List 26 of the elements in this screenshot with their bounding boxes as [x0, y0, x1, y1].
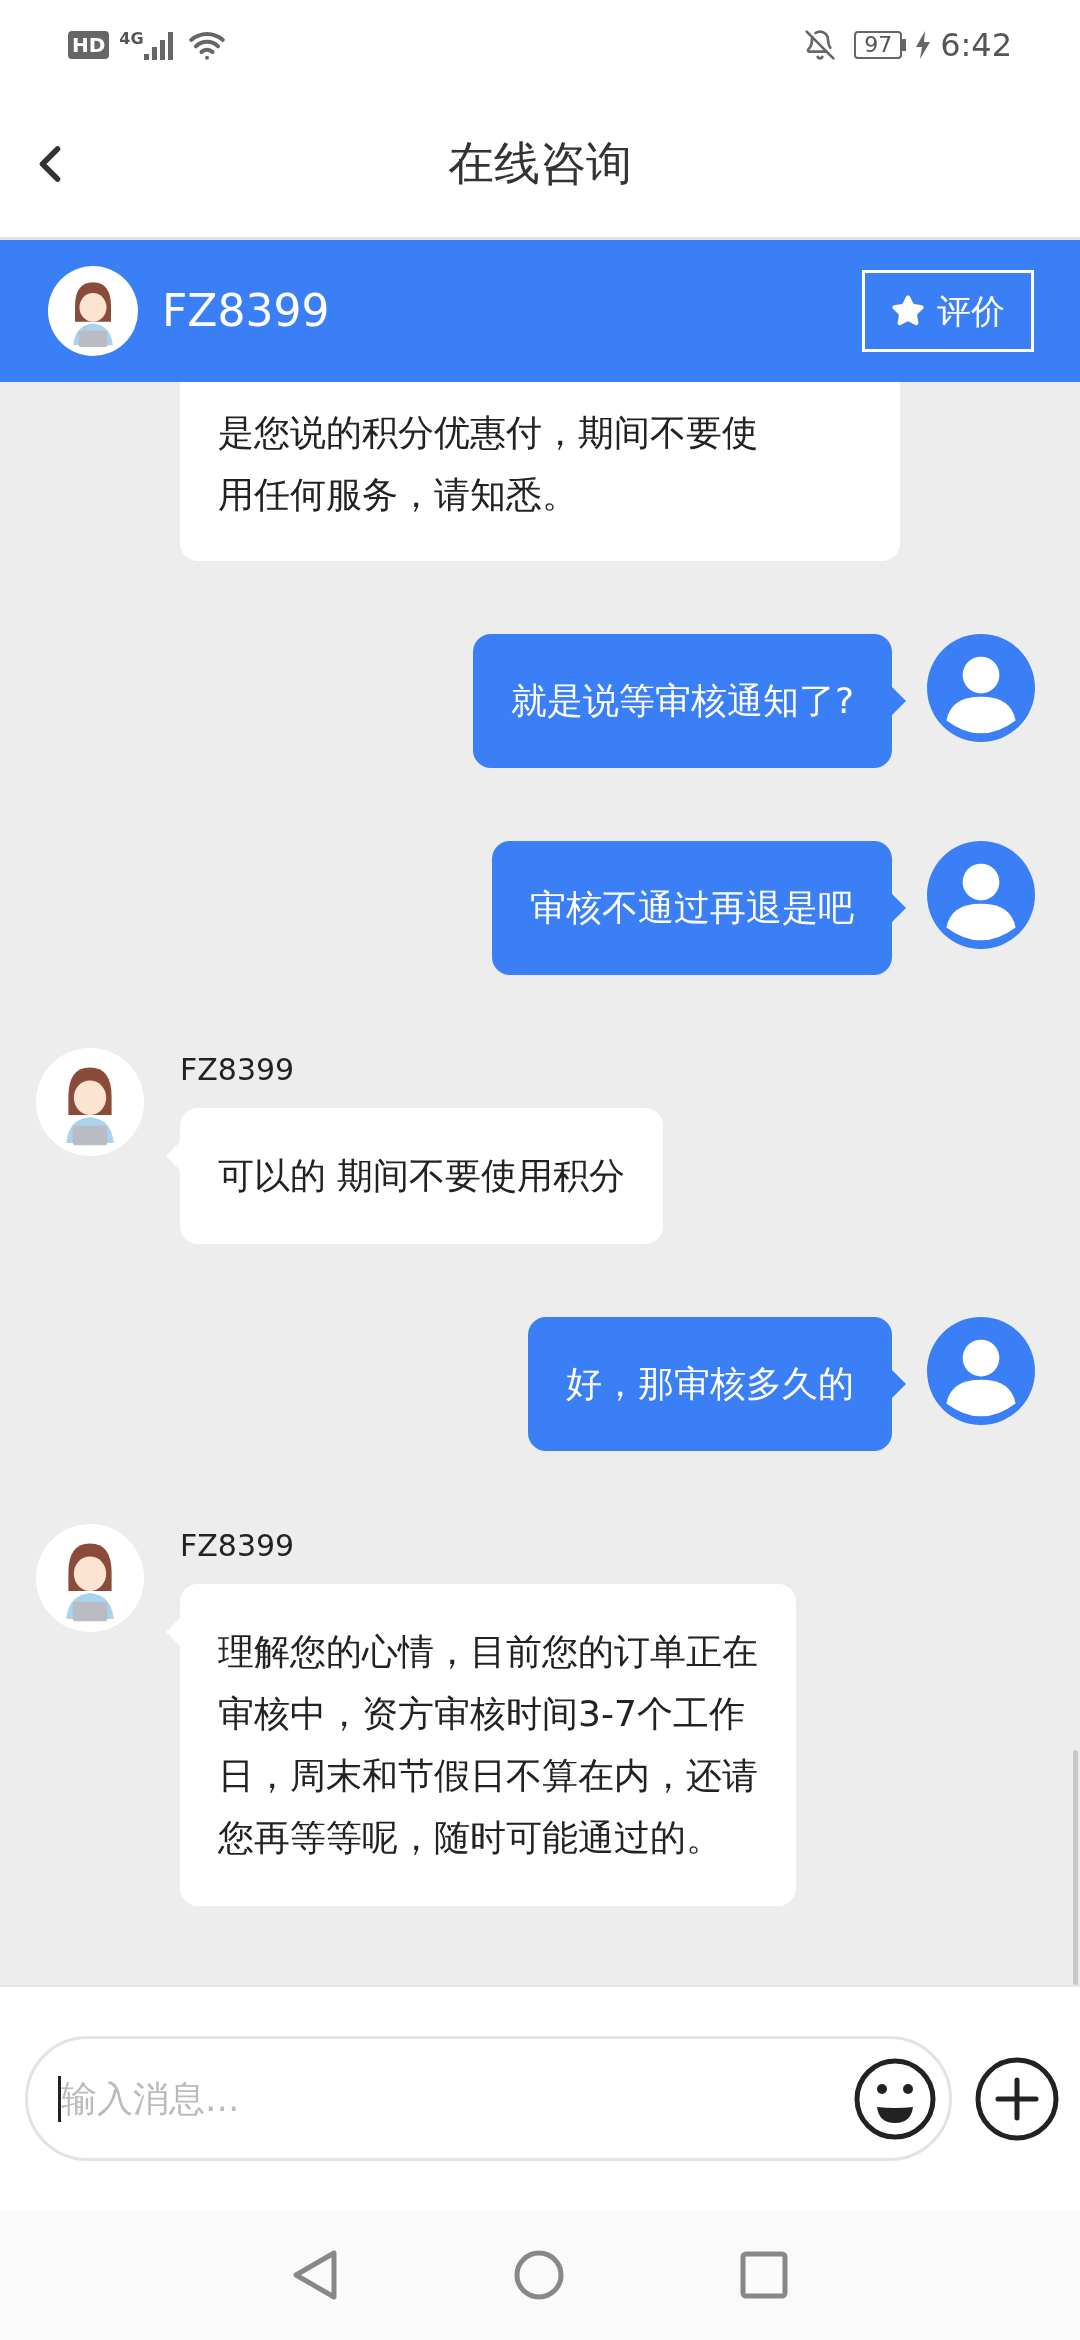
charging-icon [916, 31, 931, 59]
home-nav-icon[interactable] [513, 2249, 565, 2301]
agent-name: FZ8399 [162, 284, 330, 338]
sender-name: FZ8399 [180, 1527, 295, 1565]
back-nav-icon[interactable] [292, 2249, 338, 2301]
bell-off-icon [804, 29, 837, 61]
message-text: 好，那审核多久的 [566, 1362, 854, 1406]
star-icon [891, 294, 925, 328]
page-title: 在线咨询 [448, 135, 632, 192]
network-type: 4G [119, 30, 144, 48]
message-text: 是您说的积分优惠付，期间不要使 用任何服务，请知悉。 [218, 411, 759, 517]
clock: 6:42 [940, 25, 1012, 66]
message-field[interactable]: 输入消息... [25, 2036, 952, 2161]
message-text: 就是说等审核通知了? [510, 679, 854, 723]
rate-button[interactable]: 评价 [862, 270, 1034, 352]
recents-nav-icon[interactable] [740, 2251, 788, 2299]
hd-badge: HD [68, 31, 110, 59]
message-text: 可以的 期间不要使用积分 [218, 1154, 626, 1198]
sender-name: FZ8399 [180, 1051, 295, 1089]
message-text: 审核不通过再退是吧 [530, 886, 854, 930]
message-input[interactable]: 输入消息... [61, 2071, 853, 2126]
message-text: 理解您的心情，目前您的订单正在 审核中，资方审核时间3-7个工作 日，周末和节假日不算在内，还请 您再等等呢，随时可能通过的。 [218, 1630, 758, 1860]
battery-level: 97 [854, 31, 903, 59]
emoji-icon[interactable] [853, 2056, 937, 2141]
text-cursor [58, 2075, 61, 2122]
add-icon[interactable] [974, 2055, 1060, 2142]
